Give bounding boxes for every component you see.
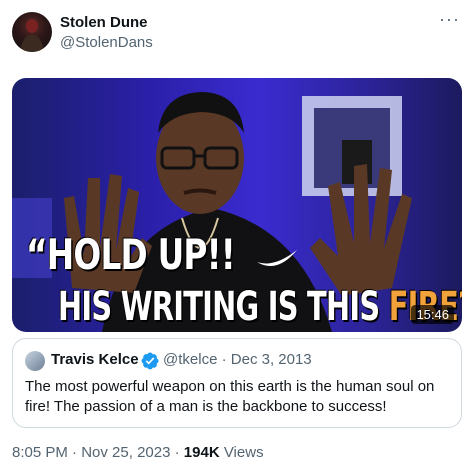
video-duration-badge: 15:46 <box>411 305 454 324</box>
thumbnail-caption-line1: “HOLD UP!! <box>26 230 236 279</box>
avatar-figure-icon <box>20 19 44 52</box>
verified-badge-icon <box>141 352 159 370</box>
post-date[interactable]: Nov 25, 2023 <box>81 444 170 461</box>
quoted-author-name[interactable]: Travis Kelce <box>51 351 139 368</box>
more-options-icon[interactable]: ··· <box>439 10 460 28</box>
author-name[interactable]: Stolen Dune <box>60 14 148 31</box>
author-avatar[interactable] <box>12 12 52 52</box>
post-time[interactable]: 8:05 PM <box>12 444 68 461</box>
views-label: Views <box>223 444 264 461</box>
meta-separator: · <box>221 351 227 368</box>
views-count: 194K <box>183 444 220 461</box>
quoted-text: The most powerful weapon on this earth i… <box>25 378 435 415</box>
author-handle[interactable]: @StolenDans <box>60 34 153 51</box>
thumbnail-caption-line2: HIS WRITING IS THIS FIRE???” <box>58 284 462 330</box>
tweet-footer: 8:05 PM · Nov 25, 2023 · 194K Views <box>12 444 264 461</box>
quoted-author-avatar[interactable] <box>25 351 45 371</box>
quoted-meta: @tkelce · Dec 3, 2013 <box>163 351 312 368</box>
quoted-tweet[interactable]: Travis Kelce @tkelce · Dec 3, 2013 The m… <box>12 338 462 428</box>
quoted-date[interactable]: Dec 3, 2013 <box>231 351 312 368</box>
tweet-card: Stolen Dune @StolenDans ··· “HOLD UP!! H… <box>0 0 474 475</box>
caption-prefix: HIS WRITING IS THIS <box>58 284 389 330</box>
quoted-author-handle[interactable]: @tkelce <box>163 351 217 368</box>
video-thumbnail[interactable]: “HOLD UP!! HIS WRITING IS THIS FIRE???” … <box>12 78 462 332</box>
